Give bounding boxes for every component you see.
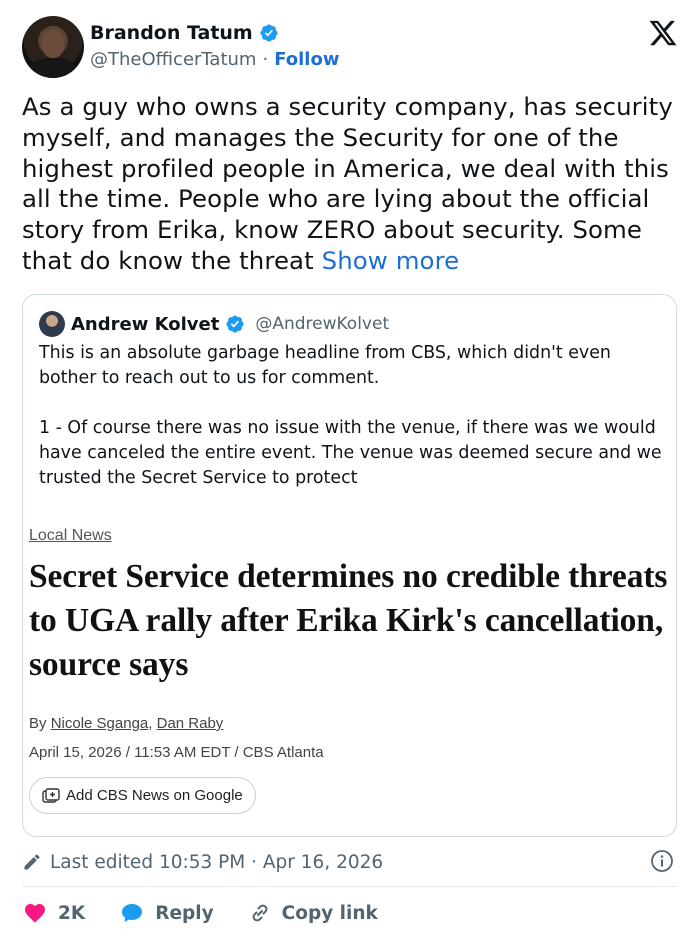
- quote-author-name: Andrew Kolvet: [71, 313, 220, 335]
- quote-paragraph: This is an absolute garbage headline fro…: [39, 343, 611, 388]
- byline-author: Dan Raby: [156, 715, 224, 732]
- article-screenshot: Local News Secret Service determines no …: [29, 527, 669, 814]
- copy-link-button[interactable]: Copy link: [248, 901, 378, 925]
- byline-comma: ,: [148, 715, 157, 732]
- quote-text: This is an absolute garbage headline fro…: [39, 341, 664, 516]
- tweet-header: Brandon Tatum @TheOfficerTatum · Follow: [22, 16, 678, 78]
- tweet-body: As a guy who owns a security company, ha…: [22, 92, 678, 277]
- action-bar: 2K Reply Copy link: [22, 898, 412, 928]
- reply-bubble-icon: [122, 904, 143, 922]
- article-dateline: April 15, 2026 / 11:53 AM EDT / CBS Atla…: [29, 744, 324, 761]
- article-byline: By Nicole Sganga, Dan Raby: [29, 715, 669, 732]
- info-icon[interactable]: [650, 849, 674, 873]
- article-headline: Secret Service determines no credible th…: [29, 558, 668, 683]
- heart-icon: [25, 904, 45, 923]
- quote-header: Andrew Kolvet @AndrewKolvet: [39, 311, 389, 337]
- quote-author-handle: @AndrewKolvet: [255, 314, 390, 334]
- verified-badge-icon: [260, 24, 278, 42]
- quoted-tweet-card[interactable]: Andrew Kolvet @AndrewKolvet This is an a…: [22, 294, 677, 837]
- avatar-body: [30, 58, 76, 78]
- avatar-face: [42, 30, 64, 58]
- byline-prefix: By: [29, 715, 47, 732]
- pencil-icon: [24, 854, 40, 870]
- verified-badge-icon: [226, 315, 244, 333]
- show-more-link[interactable]: Show more: [322, 246, 460, 275]
- quote-avatar: [39, 311, 65, 337]
- footer-divider: [22, 886, 678, 887]
- author-handle-row: @TheOfficerTatum · Follow: [90, 49, 339, 70]
- google-button-label: Add CBS News on Google: [66, 787, 243, 804]
- like-button[interactable]: 2K: [22, 901, 85, 925]
- author-handle[interactable]: @TheOfficerTatum: [90, 49, 256, 70]
- reply-button[interactable]: Reply: [119, 901, 214, 925]
- byline-author: Nicole Sganga: [50, 715, 149, 732]
- quote-paragraph: 1 - Of course there was no issue with th…: [39, 418, 662, 488]
- google-add-icon: [42, 787, 60, 803]
- like-count: 2K: [58, 902, 86, 924]
- copy-link-label: Copy link: [281, 902, 378, 924]
- handle-separator: ·: [262, 49, 269, 70]
- edit-history-row[interactable]: Last edited 10:53 PM · Apr 16, 2026: [22, 848, 678, 876]
- author-name[interactable]: Brandon Tatum: [90, 22, 253, 44]
- add-on-google-button: Add CBS News on Google: [29, 777, 256, 814]
- x-logo-icon[interactable]: [648, 18, 678, 48]
- author-avatar[interactable]: [22, 16, 84, 78]
- edited-timestamp[interactable]: Last edited 10:53 PM · Apr 16, 2026: [50, 852, 383, 873]
- link-icon: [252, 904, 268, 922]
- article-section-link: Local News: [29, 527, 112, 544]
- author-name-row: Brandon Tatum: [90, 22, 279, 44]
- reply-label: Reply: [155, 902, 214, 924]
- follow-button[interactable]: Follow: [274, 49, 339, 70]
